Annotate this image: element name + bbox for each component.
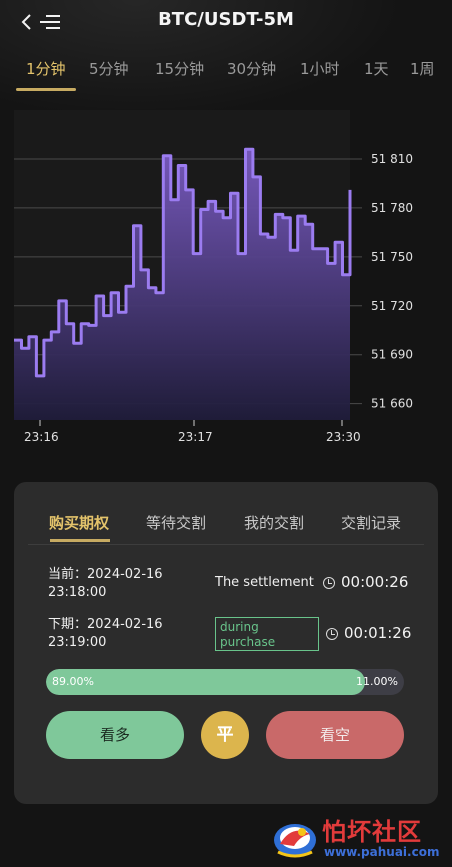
tab-15min[interactable]: 15分钟	[155, 58, 204, 79]
y-tick-label: 51 780	[371, 201, 413, 215]
y-tick-label: 51 810	[371, 152, 413, 166]
tab-1week[interactable]: 1周	[410, 58, 435, 79]
y-tick-label: 51 750	[371, 250, 413, 264]
price-chart-svg: 51 810 51 780 51 750 51 720 51 690 51 660 23:1…	[14, 110, 413, 444]
tab-1min[interactable]: 1分钟	[26, 58, 66, 79]
sentiment-ratio-bar: 89.00% 11.00%	[46, 669, 404, 695]
y-tick-label: 51 660	[371, 397, 413, 411]
y-tick-label: 51 690	[371, 348, 413, 362]
tab-5min[interactable]: 5分钟	[89, 58, 129, 79]
trade-tab-history[interactable]: 交割记录	[341, 512, 401, 533]
price-chart[interactable]: 51 810 51 780 51 750 51 720 51 690 51 660 23:1…	[0, 100, 452, 450]
page-title: BTC/USDT-5M	[158, 9, 294, 30]
trade-panel: 购买期权 等待交割 我的交割 交割记录 当前：2024-02-16 23:18:…	[14, 482, 438, 804]
current-period-date: 当前：2024-02-16	[48, 567, 163, 582]
purchase-status-badge: during purchase	[215, 617, 319, 651]
divider	[28, 544, 424, 545]
watermark: 怕坏社区 www.pahuai.com	[272, 812, 448, 862]
clock-icon	[323, 577, 335, 589]
trade-tab-buy-option[interactable]: 购买期权	[49, 512, 109, 533]
ratio-bull-percent: 89.00%	[52, 675, 94, 688]
trade-tab-pending[interactable]: 等待交割	[146, 512, 206, 533]
bearish-button[interactable]: 看空	[266, 711, 404, 759]
active-tab-indicator	[16, 88, 76, 91]
x-tick-label: 23:17	[178, 430, 213, 444]
tab-30min[interactable]: 30分钟	[227, 58, 276, 79]
tab-1hour[interactable]: 1小时	[300, 58, 340, 79]
next-period-date: 下期：2024-02-16	[48, 617, 163, 632]
watermark-url: www.pahuai.com	[324, 845, 440, 859]
flat-button[interactable]: 平	[201, 711, 249, 759]
settlement-status: The settlement	[215, 575, 314, 590]
current-countdown: 00:00:26	[341, 573, 409, 591]
x-tick-label: 23:30	[326, 430, 361, 444]
trade-tab-my-delivery[interactable]: 我的交割	[244, 512, 304, 533]
y-tick-label: 51 720	[371, 299, 413, 313]
watermark-text: 怕坏社区	[322, 818, 422, 846]
ratio-bear-percent: 11.00%	[356, 675, 398, 688]
timeframe-tabs: 1分钟 5分钟 15分钟 30分钟 1小时 1天 1周	[0, 58, 452, 92]
bullish-button[interactable]: 看多	[46, 711, 184, 759]
x-tick-label: 23:16	[24, 430, 59, 444]
next-period-time: 23:19:00	[48, 635, 107, 650]
watermark-logo-icon	[274, 824, 316, 858]
trade-tab-indicator	[50, 539, 110, 542]
top-bar: BTC/USDT-5M	[0, 0, 452, 44]
current-period-time: 23:18:00	[48, 585, 107, 600]
clock-icon	[326, 628, 338, 640]
next-countdown: 00:01:26	[344, 624, 412, 642]
tab-1day[interactable]: 1天	[364, 58, 389, 79]
